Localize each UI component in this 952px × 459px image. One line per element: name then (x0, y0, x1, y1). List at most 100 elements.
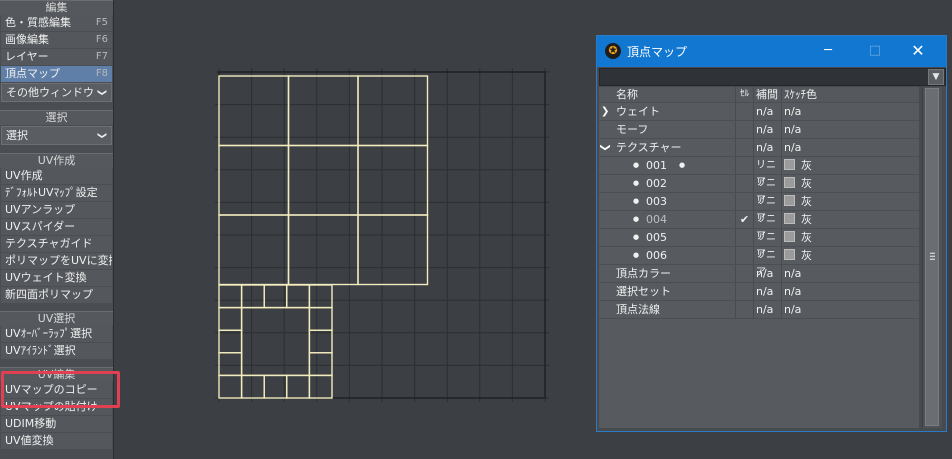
color-swatch[interactable] (784, 213, 795, 224)
sidebar-item-label: UVウェイト変換 (5, 271, 87, 284)
sidebar-item[interactable]: テクスチャガイド (1, 236, 112, 252)
chevron-down-icon[interactable]: ❯ (597, 143, 614, 151)
column-sketch-color-header[interactable]: ｽｹｯﾁ色 (781, 87, 918, 102)
list-item[interactable]: ● 001 ● リニア灰 (599, 157, 919, 188)
cell-checkbox[interactable] (735, 175, 753, 192)
list-item[interactable]: 選択セット n/a n/a (599, 283, 919, 301)
sidebar-item-label: ポリマップをUVに変換 (5, 254, 112, 267)
sidebar-item[interactable]: UVスパイダー (1, 219, 112, 235)
sketch-color-cell[interactable]: n/a (781, 283, 918, 300)
sketch-color-cell[interactable]: 灰 (781, 229, 918, 246)
sketch-color-cell[interactable]: 灰 (781, 175, 918, 192)
cell-checkbox[interactable] (735, 229, 753, 246)
sketch-color-cell[interactable]: 灰 (781, 211, 918, 228)
sidebar-item[interactable]: レイヤー F7 (1, 49, 112, 65)
cell-checkbox[interactable] (735, 103, 753, 120)
close-button[interactable]: ✕ (908, 42, 928, 60)
cell-checkbox[interactable] (735, 265, 753, 282)
sidebar-item[interactable]: UDIM移動 (1, 416, 112, 432)
interp-value[interactable]: リニア (753, 229, 783, 260)
sketch-color-cell[interactable]: n/a (781, 103, 918, 120)
uv-face (218, 144, 290, 216)
cell-checkbox[interactable] (735, 283, 753, 300)
sketch-color-cell[interactable]: 灰 (781, 193, 918, 210)
interp-value[interactable]: n/a (753, 283, 783, 300)
color-swatch[interactable] (784, 231, 795, 242)
window-titlebar[interactable]: ✪ 頂点マップ ─ □ ✕ (597, 36, 946, 67)
sidebar-dropdown[interactable]: その他ウィンドウ ❯ (1, 83, 112, 102)
sidebar-item[interactable]: UVマップの貼付け (1, 399, 112, 415)
column-interp-header[interactable]: 補間 (753, 87, 783, 102)
cell-checkbox[interactable] (735, 247, 753, 264)
sketch-color-value: 灰 (801, 195, 812, 208)
list-scrollbar[interactable]: ━ ━ ━ (922, 87, 942, 428)
section-header: 選択 (0, 110, 113, 125)
minimize-button[interactable]: ─ (818, 42, 838, 60)
sidebar-item[interactable]: UVｵｰﾊﾞｰﾗｯﾌﾟ選択 (1, 326, 112, 342)
interp-value[interactable]: n/a (753, 103, 783, 120)
interp-value[interactable]: n/a (753, 139, 783, 156)
sketch-color-cell[interactable]: n/a (781, 139, 918, 156)
interp-value[interactable]: n/a (753, 121, 783, 138)
sidebar-item[interactable]: ポリマップをUVに変換 (1, 253, 112, 269)
check-icon: ✔ (739, 213, 750, 226)
sidebar-item[interactable]: 画像編集 F6 (1, 32, 112, 48)
sidebar-item[interactable]: UVｱｲﾗﾝﾄﾞ選択 (1, 343, 112, 359)
vertex-map-window[interactable]: ✪ 頂点マップ ─ □ ✕ ▼ 名称 ｾﾙ 補間 ｽｹｯﾁ色 ❯ ウェイト n/a n… (596, 35, 947, 432)
list-item[interactable]: 頂点法線 n/a n/a (599, 301, 919, 319)
cell-checkbox[interactable] (735, 139, 753, 156)
sidebar-item[interactable]: UV値変換 (1, 433, 112, 449)
list-item[interactable]: モーフ n/a n/a (599, 121, 919, 139)
sketch-color-value: n/a (784, 303, 802, 316)
interp-value[interactable]: リニア (753, 175, 783, 206)
sketch-color-cell[interactable]: n/a (781, 265, 918, 282)
chevron-down-icon[interactable]: ▼ (928, 69, 944, 85)
cell-checkbox[interactable] (735, 301, 753, 318)
cell-checkbox[interactable] (735, 157, 753, 174)
interp-value[interactable]: リニア (753, 157, 783, 188)
color-swatch[interactable] (784, 177, 795, 188)
interp-value[interactable]: n/a (753, 301, 783, 318)
sidebar-item[interactable]: 新四面ポリマップ (1, 287, 112, 303)
list-item[interactable]: ❯ テクスチャー n/a n/a (599, 139, 919, 157)
sidebar-item[interactable]: 頂点マップ F8 (1, 66, 112, 82)
list-item[interactable]: ● 004 ✔ リニア灰 (599, 211, 919, 242)
sidebar-item[interactable]: UVウェイト変換 (1, 270, 112, 286)
interp-value[interactable]: リニア (753, 247, 783, 278)
color-swatch[interactable] (784, 159, 795, 170)
cell-checkbox[interactable]: ✔ (735, 211, 753, 228)
column-name-header[interactable]: 名称 (616, 87, 638, 102)
chevron-right-icon[interactable]: ❯ (601, 103, 609, 120)
color-swatch[interactable] (784, 249, 795, 260)
list-item[interactable]: ● 002 リニア灰 (599, 175, 919, 206)
scrollbar-thumb[interactable]: ━ ━ ━ (925, 88, 939, 426)
sidebar-item[interactable]: UVアンラップ (1, 202, 112, 218)
list-item[interactable]: ● 005 リニア灰 (599, 229, 919, 260)
interp-value[interactable]: リニア (753, 193, 783, 224)
sidebar-item[interactable]: 色・質感編集 F5 (1, 15, 112, 31)
maximize-button[interactable]: □ (865, 42, 885, 60)
color-swatch[interactable] (784, 195, 795, 206)
list-item[interactable]: ❯ ウェイト n/a n/a (599, 103, 919, 121)
interp-value[interactable]: リニア (753, 211, 783, 242)
sidebar-item[interactable]: UVマップのコピー (1, 382, 112, 398)
uv-face (240, 374, 265, 399)
sidebar-item[interactable]: ﾃﾞﾌｫﾙﾄUVﾏｯﾌﾟ設定 (1, 185, 112, 201)
list-item[interactable]: ● 003 リニア灰 (599, 193, 919, 224)
sketch-color-cell[interactable]: 灰 (781, 157, 918, 174)
column-cell-header[interactable]: ｾﾙ (735, 87, 753, 102)
cell-checkbox[interactable] (735, 193, 753, 210)
map-filter-bar[interactable]: ▼ (599, 68, 946, 86)
list-item[interactable]: 頂点カラー n/a n/a (599, 265, 919, 283)
uv-face (240, 284, 265, 309)
cell-checkbox[interactable] (735, 121, 753, 138)
interp-value[interactable]: n/a (753, 265, 783, 282)
list-item[interactable]: ● 006 リニア 灰 (599, 247, 919, 278)
sketch-color-cell[interactable]: n/a (781, 301, 918, 318)
uv-face (218, 352, 243, 377)
sketch-color-cell[interactable]: 灰 (781, 247, 918, 264)
sidebar-dropdown[interactable]: 選択 ❯ (1, 126, 112, 145)
sketch-color-cell[interactable]: n/a (781, 121, 918, 138)
sidebar-item[interactable]: UV作成 (1, 168, 112, 184)
vertex-map-list[interactable]: 名称 ｾﾙ 補間 ｽｹｯﾁ色 ❯ ウェイト n/a n/a モーフ n/a n/a ❯ テクスチ… (599, 87, 919, 428)
